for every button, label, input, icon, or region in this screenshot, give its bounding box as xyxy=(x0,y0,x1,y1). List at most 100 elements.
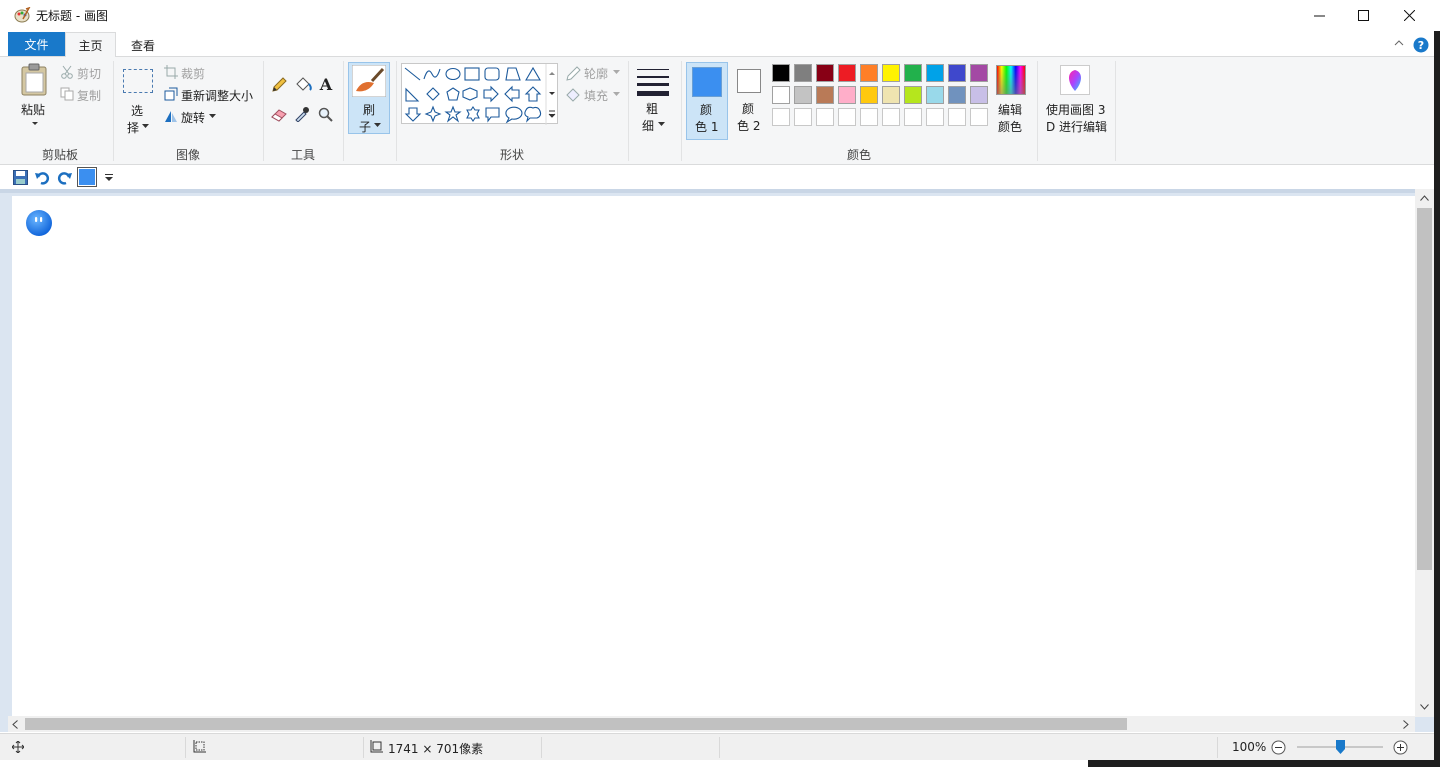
horizontal-scroll-thumb[interactable] xyxy=(25,718,1127,730)
drawing-canvas[interactable] xyxy=(12,196,1415,716)
palette-custom-slot[interactable] xyxy=(772,108,790,126)
shapes-gallery-icon xyxy=(404,64,556,125)
scroll-left-icon[interactable] xyxy=(12,720,18,729)
palette-color-swatch[interactable] xyxy=(904,86,922,104)
palette-color-swatch[interactable] xyxy=(926,86,944,104)
group-divider xyxy=(1037,61,1038,161)
scroll-up-icon[interactable] xyxy=(1420,195,1429,201)
color-picker-icon[interactable] xyxy=(294,106,310,122)
brushes-button[interactable]: 刷 子 xyxy=(348,62,390,134)
color1-button[interactable]: 颜 色 1 xyxy=(686,62,728,140)
select-icon xyxy=(123,69,153,93)
palette-custom-slot[interactable] xyxy=(816,108,834,126)
palette-color-swatch[interactable] xyxy=(904,64,922,82)
rotate-button[interactable]: 旋转 xyxy=(181,109,205,126)
background-window-edge xyxy=(1434,31,1440,767)
tab-view[interactable]: 查看 xyxy=(118,32,168,58)
palette-custom-slot[interactable] xyxy=(794,108,812,126)
palette-custom-slot[interactable] xyxy=(904,108,922,126)
tab-file[interactable]: 文件 xyxy=(8,32,65,56)
palette-color-swatch[interactable] xyxy=(794,86,812,104)
customize-qat-icon[interactable] xyxy=(105,174,113,181)
paste-button[interactable]: 粘贴 xyxy=(21,101,45,118)
palette-custom-slot[interactable] xyxy=(926,108,944,126)
pencil-icon[interactable] xyxy=(271,77,287,93)
collapse-ribbon-icon[interactable] xyxy=(1394,39,1404,47)
crop-button[interactable]: 裁剪 xyxy=(181,65,205,82)
palette-color-swatch[interactable] xyxy=(816,64,834,82)
undo-icon[interactable] xyxy=(35,170,50,185)
palette-color-swatch[interactable] xyxy=(860,64,878,82)
color-qat-button[interactable] xyxy=(77,167,97,187)
palette-custom-slot[interactable] xyxy=(860,108,878,126)
palette-color-swatch[interactable] xyxy=(926,64,944,82)
resize-button[interactable]: 重新调整大小 xyxy=(181,87,253,104)
select-label-1[interactable]: 选 xyxy=(131,102,143,119)
color2-label-2: 色 2 xyxy=(737,119,761,133)
zoom-level: 100% xyxy=(1232,740,1267,754)
palette-color-swatch[interactable] xyxy=(838,64,856,82)
paint3d-button[interactable]: 使用画图 3 xyxy=(1046,101,1105,118)
shapes-gallery[interactable] xyxy=(401,63,558,125)
palette-color-swatch[interactable] xyxy=(882,64,900,82)
palette-color-swatch[interactable] xyxy=(970,64,988,82)
line-size-icon xyxy=(637,69,669,96)
tab-home[interactable]: 主页 xyxy=(65,32,116,58)
cut-button[interactable]: 剪切 xyxy=(77,65,101,82)
scroll-down-icon[interactable] xyxy=(1420,704,1429,710)
palette-color-swatch[interactable] xyxy=(772,64,790,82)
color-qat-swatch xyxy=(79,169,95,185)
save-icon[interactable] xyxy=(13,170,28,185)
palette-color-swatch[interactable] xyxy=(816,86,834,104)
palette-color-swatch[interactable] xyxy=(948,86,966,104)
vertical-scrollbar[interactable] xyxy=(1415,189,1434,717)
status-divider xyxy=(185,737,186,758)
rotate-dropdown-icon[interactable] xyxy=(209,114,216,119)
help-icon[interactable]: ? xyxy=(1413,37,1429,53)
text-icon[interactable]: A xyxy=(318,76,334,92)
palette-color-swatch[interactable] xyxy=(860,86,878,104)
horizontal-scrollbar[interactable] xyxy=(8,716,1415,732)
palette-custom-slot[interactable] xyxy=(948,108,966,126)
palette-custom-slot[interactable] xyxy=(838,108,856,126)
paint3d-label-2: D 进行编辑 xyxy=(1046,120,1108,134)
maximize-icon xyxy=(1357,10,1369,21)
magnifier-icon[interactable] xyxy=(318,107,334,123)
outline-button[interactable]: 轮廓 xyxy=(584,65,608,82)
svg-text:?: ? xyxy=(1418,39,1424,52)
close-button[interactable] xyxy=(1386,0,1432,31)
edit-colors-button[interactable]: 编辑 xyxy=(998,101,1022,118)
fill-dropdown-icon[interactable] xyxy=(613,92,620,97)
palette-custom-slot[interactable] xyxy=(970,108,988,126)
maximize-button[interactable] xyxy=(1340,0,1386,31)
select-dropdown-icon[interactable] xyxy=(142,124,149,129)
outline-dropdown-icon[interactable] xyxy=(613,70,620,75)
zoom-in-icon[interactable] xyxy=(1393,740,1408,755)
palette-color-swatch[interactable] xyxy=(794,64,812,82)
palette-custom-slot[interactable] xyxy=(882,108,900,126)
paste-dropdown-icon[interactable] xyxy=(31,121,39,127)
redo-icon[interactable] xyxy=(57,170,72,185)
zoom-out-icon[interactable] xyxy=(1271,740,1286,755)
palette-color-swatch[interactable] xyxy=(838,86,856,104)
size-button[interactable]: 粗 细 xyxy=(634,62,674,134)
workspace-top-edge xyxy=(0,189,1434,193)
palette-color-swatch[interactable] xyxy=(882,86,900,104)
zoom-slider-thumb[interactable] xyxy=(1335,740,1345,754)
scroll-right-icon[interactable] xyxy=(1403,720,1409,729)
fill-button[interactable]: 填充 xyxy=(584,87,608,104)
zoom-slider[interactable] xyxy=(1297,740,1383,754)
eraser-icon[interactable] xyxy=(271,108,288,122)
copy-icon xyxy=(60,87,74,101)
status-bar: 1741 × 701像素 100% xyxy=(0,733,1440,760)
copy-button[interactable]: 复制 xyxy=(77,87,101,104)
palette-color-swatch[interactable] xyxy=(948,64,966,82)
minimize-button[interactable] xyxy=(1296,0,1342,31)
select-button[interactable]: 择 xyxy=(127,119,139,136)
vertical-scroll-thumb[interactable] xyxy=(1417,208,1432,570)
fill-bucket-icon[interactable] xyxy=(294,76,312,93)
palette-color-swatch[interactable] xyxy=(772,86,790,104)
crop-icon xyxy=(164,65,178,79)
palette-color-swatch[interactable] xyxy=(970,86,988,104)
color2-button[interactable]: 颜 色 2 xyxy=(730,62,768,140)
